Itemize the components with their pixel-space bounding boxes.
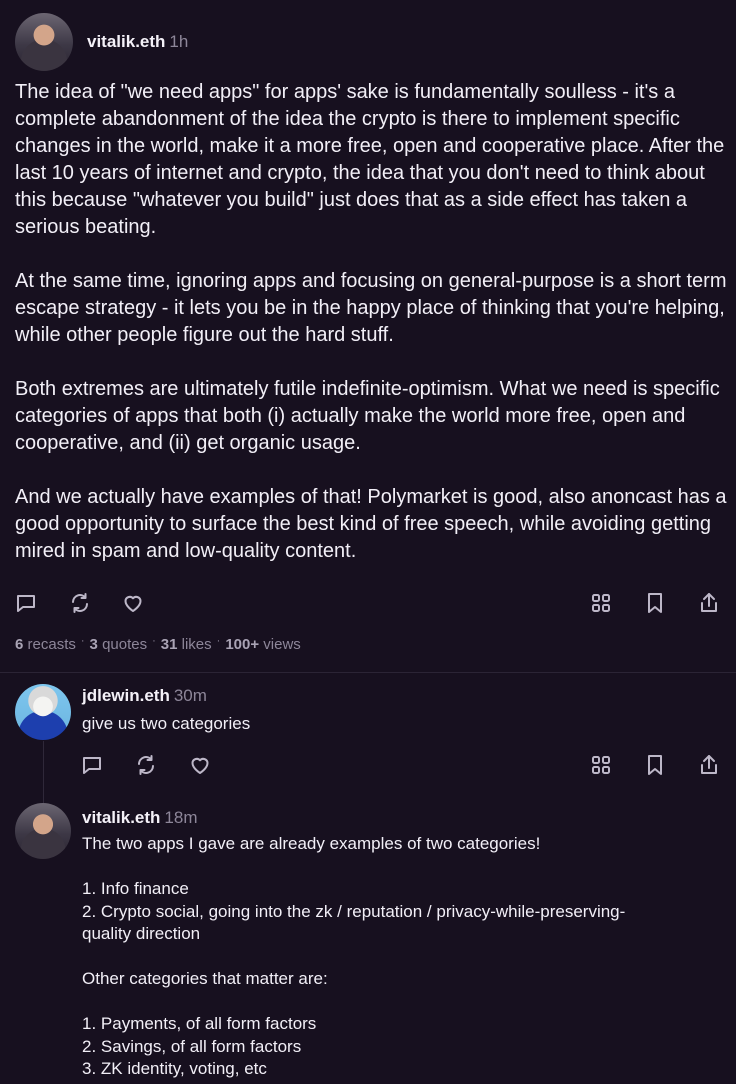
share-icon[interactable] — [697, 591, 721, 615]
reply-username[interactable]: vitalik.eth — [82, 808, 160, 827]
post-stats: 6 recasts · 3 quotes · 31 likes · 100+ views — [15, 635, 301, 653]
views-stat: 100+ views — [225, 636, 301, 653]
reply-author[interactable]: jdlewin.eth 30m — [82, 686, 207, 706]
reply-time: 30m — [173, 686, 207, 705]
reply-line: quality direction — [82, 924, 201, 943]
reply-line: 1. Info finance — [82, 879, 189, 898]
reply-username[interactable]: jdlewin.eth — [82, 686, 170, 705]
avatar[interactable] — [15, 684, 71, 740]
bookmark-icon[interactable] — [643, 591, 667, 615]
post-actions — [0, 589, 736, 619]
reply-line: 3. ZK identity, voting, etc — [82, 1059, 267, 1078]
comment-icon[interactable] — [14, 591, 38, 615]
reply-time: 18m — [164, 808, 198, 827]
post-paragraph: At the same time, ignoring apps and focu… — [15, 270, 727, 346]
reply-actions — [0, 751, 736, 781]
post-paragraph: The idea of "we need apps" for apps' sak… — [15, 81, 725, 238]
comment-icon[interactable] — [80, 753, 104, 777]
reply-line: 2. Crypto social, going into the zk / re… — [82, 901, 626, 921]
reply-text: give us two categories — [82, 714, 251, 733]
reply-body: give us two categories — [82, 713, 722, 736]
reply-line: Other categories that matter are: — [82, 969, 328, 988]
heart-icon[interactable] — [121, 591, 145, 615]
post-body: The idea of "we need apps" for apps' sak… — [15, 79, 727, 592]
author-name[interactable]: vitalik.eth 1h — [87, 32, 188, 52]
recast-icon[interactable] — [68, 591, 92, 615]
heart-icon[interactable] — [188, 753, 212, 777]
grid-icon[interactable] — [589, 753, 613, 777]
post-paragraph: Both extremes are ultimately futile inde… — [15, 378, 720, 454]
reply-author[interactable]: vitalik.eth 18m — [82, 808, 198, 828]
reply-body: The two apps I gave are already examples… — [82, 833, 722, 1081]
recasts-stat[interactable]: 6 recasts — [15, 636, 76, 653]
likes-stat[interactable]: 31 likes — [161, 636, 212, 653]
grid-icon[interactable] — [589, 591, 613, 615]
share-icon[interactable] — [697, 753, 721, 777]
post-paragraph: And we actually have examples of that! P… — [15, 486, 727, 562]
reply-line: The two apps I gave are already examples… — [82, 834, 541, 853]
quotes-stat[interactable]: 3 quotes — [90, 636, 148, 653]
recast-icon[interactable] — [134, 753, 158, 777]
reply-line: 2. Savings, of all form factors — [82, 1036, 302, 1056]
avatar[interactable] — [15, 803, 71, 859]
divider — [0, 672, 736, 673]
avatar[interactable] — [15, 13, 73, 71]
author-username[interactable]: vitalik.eth — [87, 32, 165, 51]
bookmark-icon[interactable] — [643, 753, 667, 777]
post-time: 1h — [169, 32, 189, 51]
reply-line: 1. Payments, of all form factors — [82, 1014, 317, 1033]
